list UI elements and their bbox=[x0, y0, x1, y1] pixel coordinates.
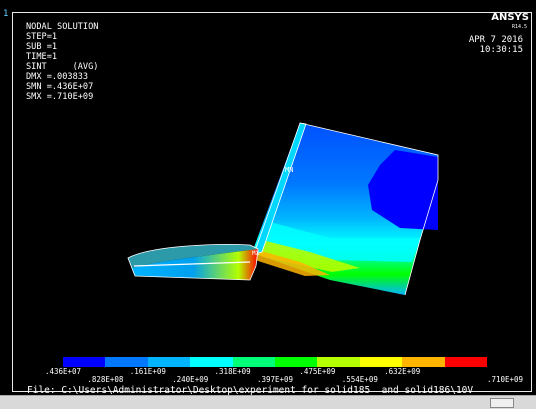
legend-label: .161E+09 bbox=[129, 367, 166, 376]
legend-swatch bbox=[359, 357, 403, 367]
legend-swatch bbox=[275, 357, 318, 367]
legend-label: .710E+09 bbox=[486, 375, 524, 384]
fe-model-contour-plot[interactable]: MN MX bbox=[0, 0, 536, 395]
legend-label: .475E+09 bbox=[299, 367, 336, 376]
ansys-graphics-window[interactable]: 1 NODAL SOLUTION STEP=1 SUB =1 TIME=1 SI… bbox=[0, 0, 536, 408]
legend-swatch bbox=[105, 357, 148, 367]
legend-swatch bbox=[63, 357, 106, 367]
legend-swatch bbox=[147, 357, 191, 367]
legend-swatch bbox=[317, 357, 360, 367]
mx-marker: MX bbox=[252, 250, 260, 257]
legend-label: .318E+09 bbox=[214, 367, 251, 376]
legend-swatch bbox=[232, 357, 276, 367]
legend-label: .436E+07 bbox=[44, 367, 82, 376]
legend-label: .828E+08 bbox=[87, 375, 124, 384]
horizontal-scrollbar[interactable] bbox=[0, 395, 536, 409]
legend-label: .554E+09 bbox=[341, 375, 378, 384]
legend-label: .632E+09 bbox=[384, 367, 421, 376]
legend-swatch bbox=[190, 357, 233, 367]
legend-label: .397E+09 bbox=[256, 375, 294, 384]
legend-swatch bbox=[402, 357, 445, 367]
legend-swatch bbox=[444, 357, 488, 367]
mn-marker: MN bbox=[285, 166, 293, 174]
legend-label: .240E+09 bbox=[172, 375, 209, 384]
contour-legend-bar bbox=[63, 357, 488, 367]
scrollbar-thumb[interactable] bbox=[490, 398, 514, 408]
